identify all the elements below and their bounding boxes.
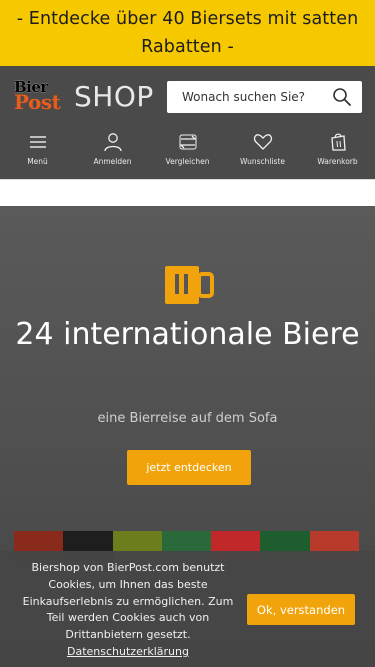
site-header: Bier Post SHOP Menü Anmelden (0, 66, 375, 179)
hero-subtitle: eine Bierreise auf dem Sofa (97, 411, 278, 426)
beer-mug-icon (165, 266, 214, 304)
cookie-banner: Biershop von BierPost.com benutzt Cookie… (0, 551, 375, 667)
menu-icon (29, 136, 46, 148)
nav-compare-label: Vergleichen (165, 157, 210, 166)
cookie-message: Biershop von BierPost.com benutzt Cookie… (22, 561, 234, 642)
nav-compare[interactable]: Vergleichen (150, 128, 225, 168)
logo-post-text: Post (14, 90, 61, 114)
heart-icon (253, 134, 272, 150)
accept-cookies-button[interactable]: Ok, verstanden (247, 594, 355, 625)
nav-wishlist-label: Wunschliste (239, 157, 286, 166)
header-spacer (0, 179, 375, 207)
nav-menu-label: Menü (27, 157, 48, 166)
nav-login[interactable]: Anmelden (75, 128, 150, 168)
header-nav: Menü Anmelden Vergleichen Wunschliste Wa… (0, 128, 375, 168)
nav-wishlist[interactable]: Wunschliste (225, 128, 300, 168)
promo-text: - Entdecke über 40 Biersets mit satten R… (16, 9, 359, 57)
user-icon (103, 133, 122, 152)
search-input[interactable] (180, 89, 324, 105)
nav-menu[interactable]: Menü (0, 128, 75, 168)
shopping-bag-icon (330, 133, 346, 151)
search-box (167, 81, 362, 113)
nav-cart-label: Warenkorb (317, 157, 358, 166)
nav-login-label: Anmelden (93, 157, 132, 166)
cookie-text-block: Biershop von BierPost.com benutzt Cookie… (18, 560, 238, 661)
search-icon[interactable] (332, 87, 352, 107)
promo-banner[interactable]: - Entdecke über 40 Biersets mit satten R… (0, 0, 375, 66)
bierpost-shop-logo[interactable]: Bier Post SHOP (14, 78, 154, 118)
compare-icon (178, 134, 197, 150)
nav-cart[interactable]: Warenkorb (300, 128, 375, 168)
logo-shop-text: SHOP (74, 80, 154, 113)
discover-button[interactable]: jetzt entdecken (127, 450, 251, 485)
privacy-policy-link[interactable]: Datenschutzerklärung (67, 645, 189, 658)
hero-title: 24 internationale Biere (15, 317, 360, 352)
